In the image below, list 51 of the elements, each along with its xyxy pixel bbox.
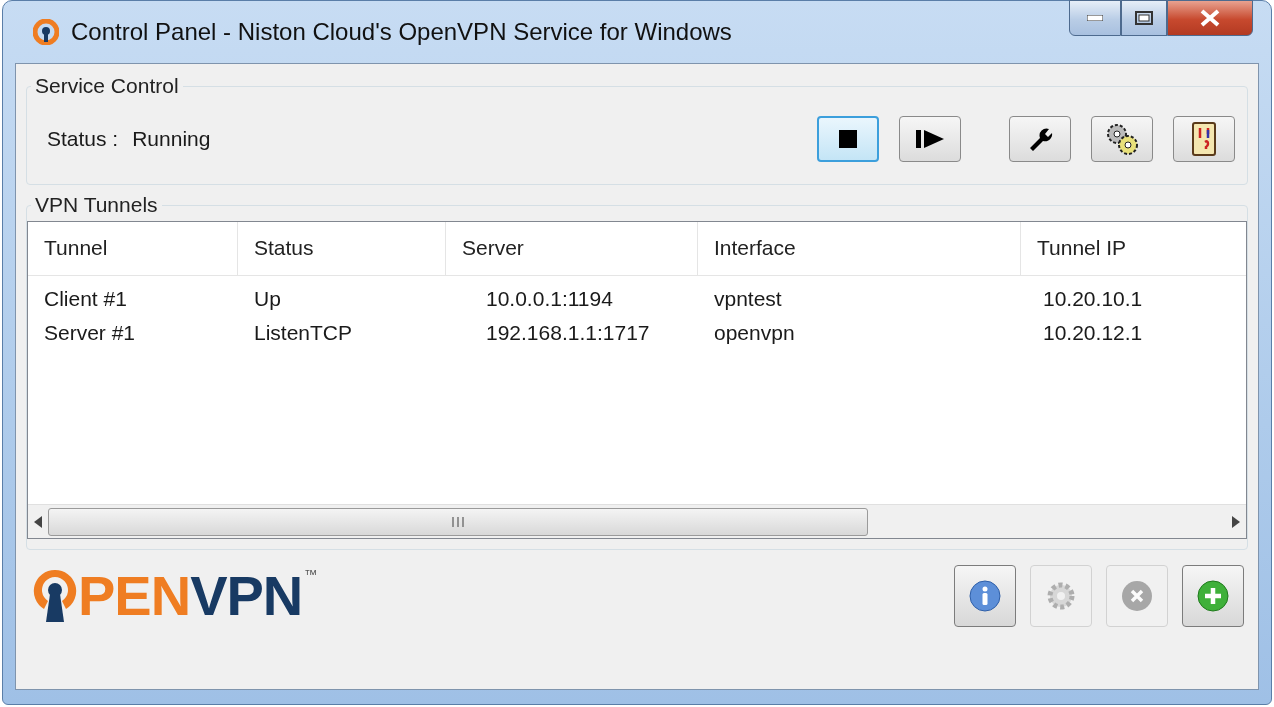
column-header[interactable]: Interface xyxy=(698,222,1021,275)
group-title: VPN Tunnels xyxy=(34,193,159,217)
trademark-mark: ™ xyxy=(304,568,317,581)
keyhole-logo-icon xyxy=(32,568,78,624)
window-title: Control Panel - Niston Cloud's OpenVPN Service for Windows xyxy=(71,18,732,46)
minimize-button[interactable] xyxy=(1069,0,1121,36)
scrollbar-thumb[interactable] xyxy=(48,507,868,536)
info-button[interactable] xyxy=(954,565,1016,627)
status-value: Running xyxy=(132,127,211,151)
minimize-icon xyxy=(1087,15,1103,21)
table-cell-text: Server #1 xyxy=(43,321,137,345)
gears-icon xyxy=(1104,122,1140,156)
remove-icon xyxy=(1121,580,1153,612)
column-header[interactable]: Server xyxy=(446,222,698,275)
step-button[interactable] xyxy=(899,116,961,162)
add-button[interactable] xyxy=(1182,565,1244,627)
add-icon xyxy=(1197,580,1229,612)
notebook-button[interactable] xyxy=(1173,116,1235,162)
scroll-right-icon xyxy=(1232,515,1240,528)
group-title: Service Control xyxy=(34,74,180,98)
settings-button[interactable] xyxy=(1009,116,1071,162)
gear-icon xyxy=(1045,580,1077,612)
table-cell-text: Client #1 xyxy=(43,287,128,311)
table-cell-text: 10.20.12.1 xyxy=(1042,321,1144,345)
table-cell-text: 10.0.0.1:1194 xyxy=(485,287,614,311)
stop-button[interactable] xyxy=(817,116,879,162)
maximize-icon xyxy=(1135,11,1153,25)
table-cell-text: 10.20.10.1 xyxy=(1042,287,1144,311)
step-play-icon xyxy=(916,130,944,148)
table-cell-text: ListenTCP xyxy=(253,321,354,345)
column-header[interactable]: Tunnel xyxy=(28,222,238,275)
logo-text: PEN xyxy=(78,568,191,624)
column-header[interactable]: Tunnel IP xyxy=(1021,222,1246,275)
horizontal-scrollbar[interactable] xyxy=(28,504,1246,538)
table-cell-text: openvpn xyxy=(713,321,796,345)
gears-button[interactable] xyxy=(1091,116,1153,162)
table-cell-text: Up xyxy=(253,287,282,311)
app-icon xyxy=(33,19,59,45)
column-header[interactable]: Status xyxy=(238,222,446,275)
logo-text: VPN xyxy=(190,568,303,624)
stop-icon xyxy=(839,130,857,148)
maximize-button[interactable] xyxy=(1121,0,1167,36)
close-icon xyxy=(1199,9,1221,27)
grip-icon xyxy=(452,516,464,527)
table-cell-text: vpntest xyxy=(713,287,783,311)
close-button[interactable] xyxy=(1167,0,1253,36)
table-cell-text: 192.168.1.1:1717 xyxy=(485,321,651,345)
scroll-left-icon xyxy=(34,515,42,528)
notebook-icon xyxy=(1191,122,1217,156)
info-icon xyxy=(969,580,1001,612)
status-label: Status : xyxy=(47,127,119,151)
